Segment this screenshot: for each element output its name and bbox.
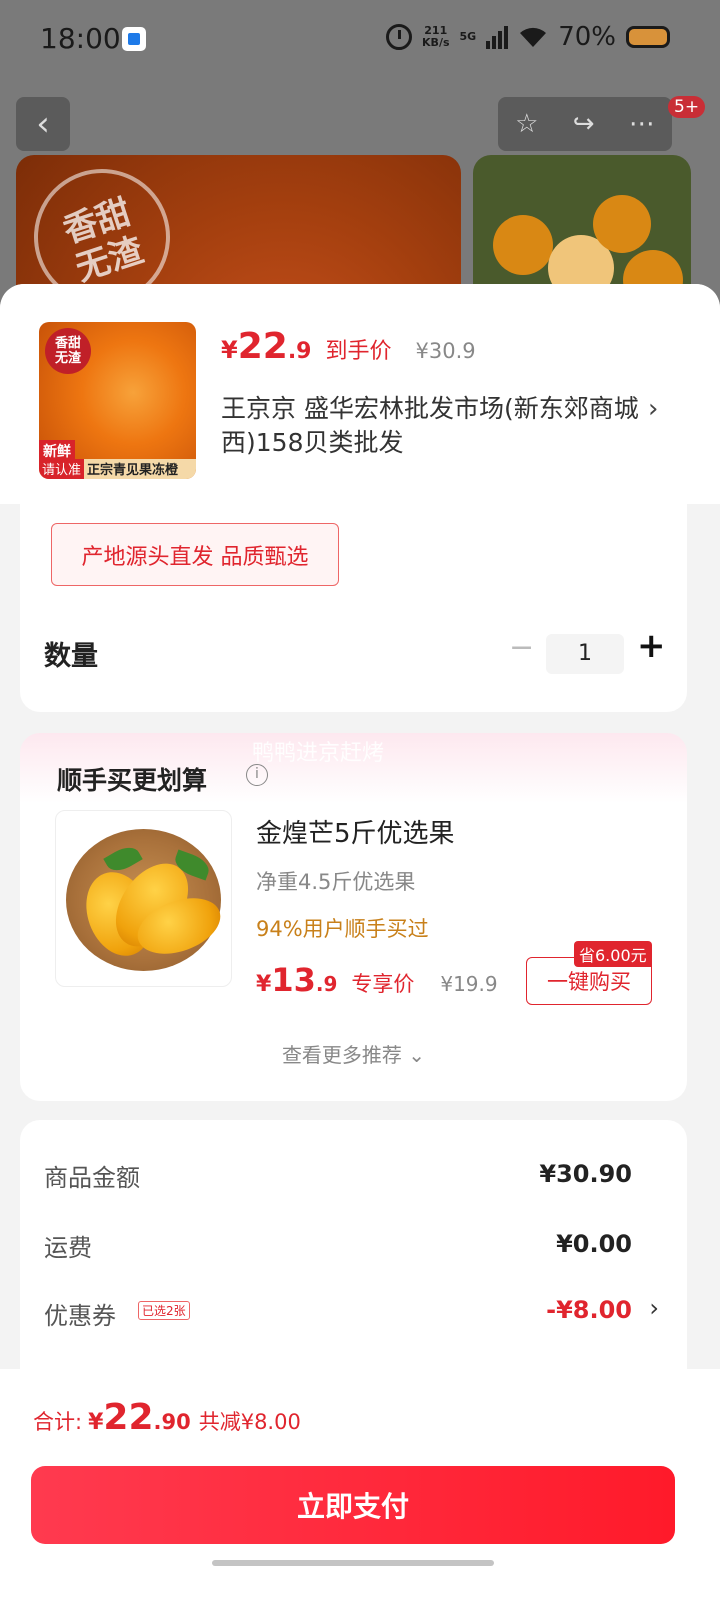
price-yen: ¥ [221, 336, 238, 364]
rec-price-int: 13 [271, 961, 316, 999]
nav-actions: ☆ ↪ ⋯ [498, 97, 672, 151]
goods-amount-label: 商品金额 [44, 1164, 140, 1192]
status-time: 18:00 [40, 22, 121, 55]
net-speed-unit: KB/s [422, 36, 450, 49]
total-yen: ¥ [88, 1410, 104, 1435]
back-button[interactable]: ‹ [16, 97, 70, 151]
quantity-minus-button[interactable]: − [509, 630, 534, 665]
network-type-label: 5G [459, 30, 477, 43]
total-amount: 合计: ¥ 22 .90 共减¥8.00 [33, 1397, 301, 1438]
store-name[interactable]: 王京京 盛华宏林批发市场(新东郊商城西)158贝类批发 [221, 392, 641, 460]
total-saved: 共减¥8.00 [198, 1410, 301, 1434]
coupon-label: 优惠券 [44, 1302, 116, 1330]
thumb-stamp-line2: 无渣 [54, 351, 81, 366]
thumb-stamp: 香甜 无渣 [45, 328, 91, 374]
wifi-icon [518, 25, 548, 49]
chevron-right-icon[interactable]: › [648, 394, 658, 424]
total-label: 合计: [33, 1410, 83, 1434]
battery-percent: 70% [558, 22, 616, 52]
home-indicator[interactable] [212, 1560, 494, 1566]
signal-icon [486, 25, 509, 49]
pay-now-button[interactable]: 立即支付 [31, 1466, 675, 1544]
price-dec: .9 [287, 339, 312, 364]
share-icon[interactable]: ↪ [573, 109, 595, 139]
shipping-value: ¥0.00 [556, 1230, 632, 1258]
thumb-stamp-line1: 香甜 [54, 336, 81, 351]
recommend-item-price: ¥ 13 .9 专享价 ¥19.9 [256, 961, 498, 999]
status-bar: 18:00 211 KB/s 5G 70% [0, 0, 720, 76]
total-dec: .90 [153, 1410, 191, 1434]
network-type: 5G [460, 31, 477, 43]
coupon-tag: 已选2张 [138, 1301, 190, 1320]
sheet-header: 香甜 无渣 新鲜 请认准 正宗青见果冻橙 ¥ 22 .9 到手价 ¥30.9 王… [0, 284, 720, 504]
recommend-item-name[interactable]: 金煌芒5斤优选果 [256, 813, 455, 850]
quantity-plus-button[interactable]: + [637, 626, 666, 666]
net-speed: 211 KB/s [422, 25, 449, 49]
origin-tag[interactable]: 产地源头直发 品质甄选 [51, 523, 339, 586]
battery-icon [626, 26, 670, 48]
orange-shape [493, 215, 553, 275]
recommend-card: 鸭鸭进京赶烤 顺手买更划算 i 金煌芒5斤优选果 净重4.5斤优选果 94%用户… [20, 733, 687, 1101]
price-summary-card: 商品金额 ¥30.90 运费 ¥0.00 优惠券 已选2张 -¥8.00 › [20, 1120, 687, 1380]
chevron-right-icon[interactable]: › [649, 1294, 659, 1322]
recommend-item-popularity: 94%用户顺手买过 [256, 917, 429, 941]
product-thumbnail: 香甜 无渣 新鲜 请认准 正宗青见果冻橙 [39, 322, 196, 479]
shipping-label: 运费 [44, 1234, 92, 1262]
thumb-bar-text: 正宗青见果冻橙 [87, 463, 179, 478]
quantity-input[interactable]: 1 [546, 634, 624, 674]
rec-original-price: ¥19.9 [440, 972, 498, 996]
rec-price-label: 专享价 [351, 972, 415, 996]
save-badge: 省6.00元 [574, 941, 652, 967]
thumb-bar-red: 请认准 [39, 459, 85, 479]
original-price: ¥30.9 [415, 339, 476, 363]
orange-shape [593, 195, 651, 253]
total-int: 22 [103, 1397, 154, 1438]
alarm-icon [386, 24, 413, 50]
recommend-item-image[interactable] [55, 810, 232, 987]
price-int: 22 [237, 326, 288, 367]
coupon-value[interactable]: -¥8.00 [546, 1296, 632, 1324]
info-icon[interactable]: i [246, 764, 268, 786]
star-icon[interactable]: ☆ [515, 109, 538, 139]
quantity-label: 数量 [44, 641, 98, 672]
rec-price-yen: ¥ [256, 972, 272, 997]
watermark-text: 鸭鸭进京赶烤 [252, 741, 385, 766]
recommend-title: 顺手买更划算 [57, 766, 208, 795]
thumb-bar: 请认准 正宗青见果冻橙 [39, 459, 196, 479]
rec-price-dec: .9 [315, 972, 338, 996]
chevron-left-icon: ‹ [36, 104, 50, 144]
options-card: 产地源头直发 品质甄选 数量 − 1 + [20, 504, 687, 712]
message-badge: 5+ [668, 96, 706, 118]
recommend-item-desc: 净重4.5斤优选果 [256, 870, 416, 894]
more-icon[interactable]: ⋯ [629, 109, 655, 139]
app-notification-icon [122, 27, 146, 51]
goods-amount-value: ¥30.90 [539, 1160, 632, 1188]
product-price: ¥ 22 .9 到手价 ¥30.9 [221, 326, 476, 367]
price-label: 到手价 [325, 339, 392, 364]
more-recommendations-link[interactable]: 查看更多推荐 ⌄ [20, 1039, 687, 1068]
